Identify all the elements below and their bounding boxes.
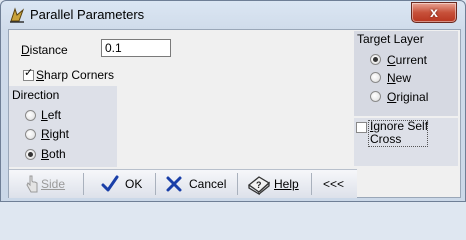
direction-group-title: Direction: [12, 88, 60, 102]
window-title: Parallel Parameters: [30, 7, 145, 22]
target-original-label[interactable]: Original: [387, 90, 428, 104]
target-current-radio[interactable]: [370, 54, 381, 65]
ignore-self-cross-area: Ignore Self Cross: [354, 118, 458, 166]
cancel-button-label: Cancel: [189, 177, 227, 191]
left-panel: Distance ✓ Sharp Corners Direction Left …: [9, 37, 347, 167]
title-bar[interactable]: Parallel Parameters x: [1, 1, 465, 29]
hand-pointer-icon: [26, 175, 38, 193]
collapse-button-label: <<<: [323, 177, 345, 191]
toolbar-separator: [311, 173, 312, 195]
ignore-self-cross-checkbox[interactable]: [356, 122, 367, 133]
collapse-button[interactable]: <<<: [315, 170, 355, 198]
cancel-x-icon: [166, 176, 182, 192]
target-layer-title: Target Layer: [357, 32, 424, 46]
close-icon: x: [430, 4, 438, 20]
cancel-button[interactable]: Cancel: [159, 170, 233, 198]
help-book-icon: ?: [247, 176, 271, 195]
sharp-corners-checkbox[interactable]: ✓: [23, 67, 34, 81]
direction-left-radio[interactable]: [25, 110, 36, 121]
app-icon: [10, 7, 25, 23]
svg-text:?: ?: [256, 180, 262, 190]
checkmark-icon: ✓: [24, 67, 34, 79]
target-new-label[interactable]: New: [387, 71, 411, 85]
direction-both-label[interactable]: Both: [41, 147, 66, 161]
help-button-label: Help: [274, 177, 299, 191]
toolbar-separator: [83, 173, 84, 195]
close-button[interactable]: x: [411, 2, 457, 23]
target-layer-group: Target Layer Current New Original: [354, 31, 458, 116]
target-new-radio[interactable]: [370, 72, 381, 83]
distance-field[interactable]: [101, 39, 171, 57]
target-current-label[interactable]: Current: [387, 53, 427, 67]
checkmark-icon: [101, 175, 119, 192]
direction-both-radio[interactable]: [25, 149, 36, 160]
side-button-label: Side: [41, 177, 66, 191]
direction-right-label[interactable]: Right: [41, 127, 69, 141]
ignore-self-cross-label[interactable]: Ignore Self Cross: [370, 120, 428, 146]
direction-group: Direction Left Right Both: [9, 86, 117, 167]
dialog-window: Parallel Parameters x Distance ✓ Sharp C…: [0, 0, 466, 202]
toolbar-separator: [237, 173, 238, 195]
toolbar-separator: [155, 173, 156, 195]
bottom-toolbar: Side OK Cancel ? Help <<<: [9, 169, 357, 198]
sharp-corners-label[interactable]: Sharp Corners: [36, 68, 114, 82]
help-button[interactable]: ? Help: [241, 170, 307, 198]
direction-right-radio[interactable]: [25, 129, 36, 140]
side-button[interactable]: Side: [9, 170, 81, 198]
ok-button[interactable]: OK: [87, 170, 153, 198]
distance-label: Distance: [21, 43, 68, 57]
target-original-radio[interactable]: [370, 91, 381, 102]
direction-left-label[interactable]: Left: [41, 108, 61, 122]
ok-button-label: OK: [125, 177, 143, 191]
